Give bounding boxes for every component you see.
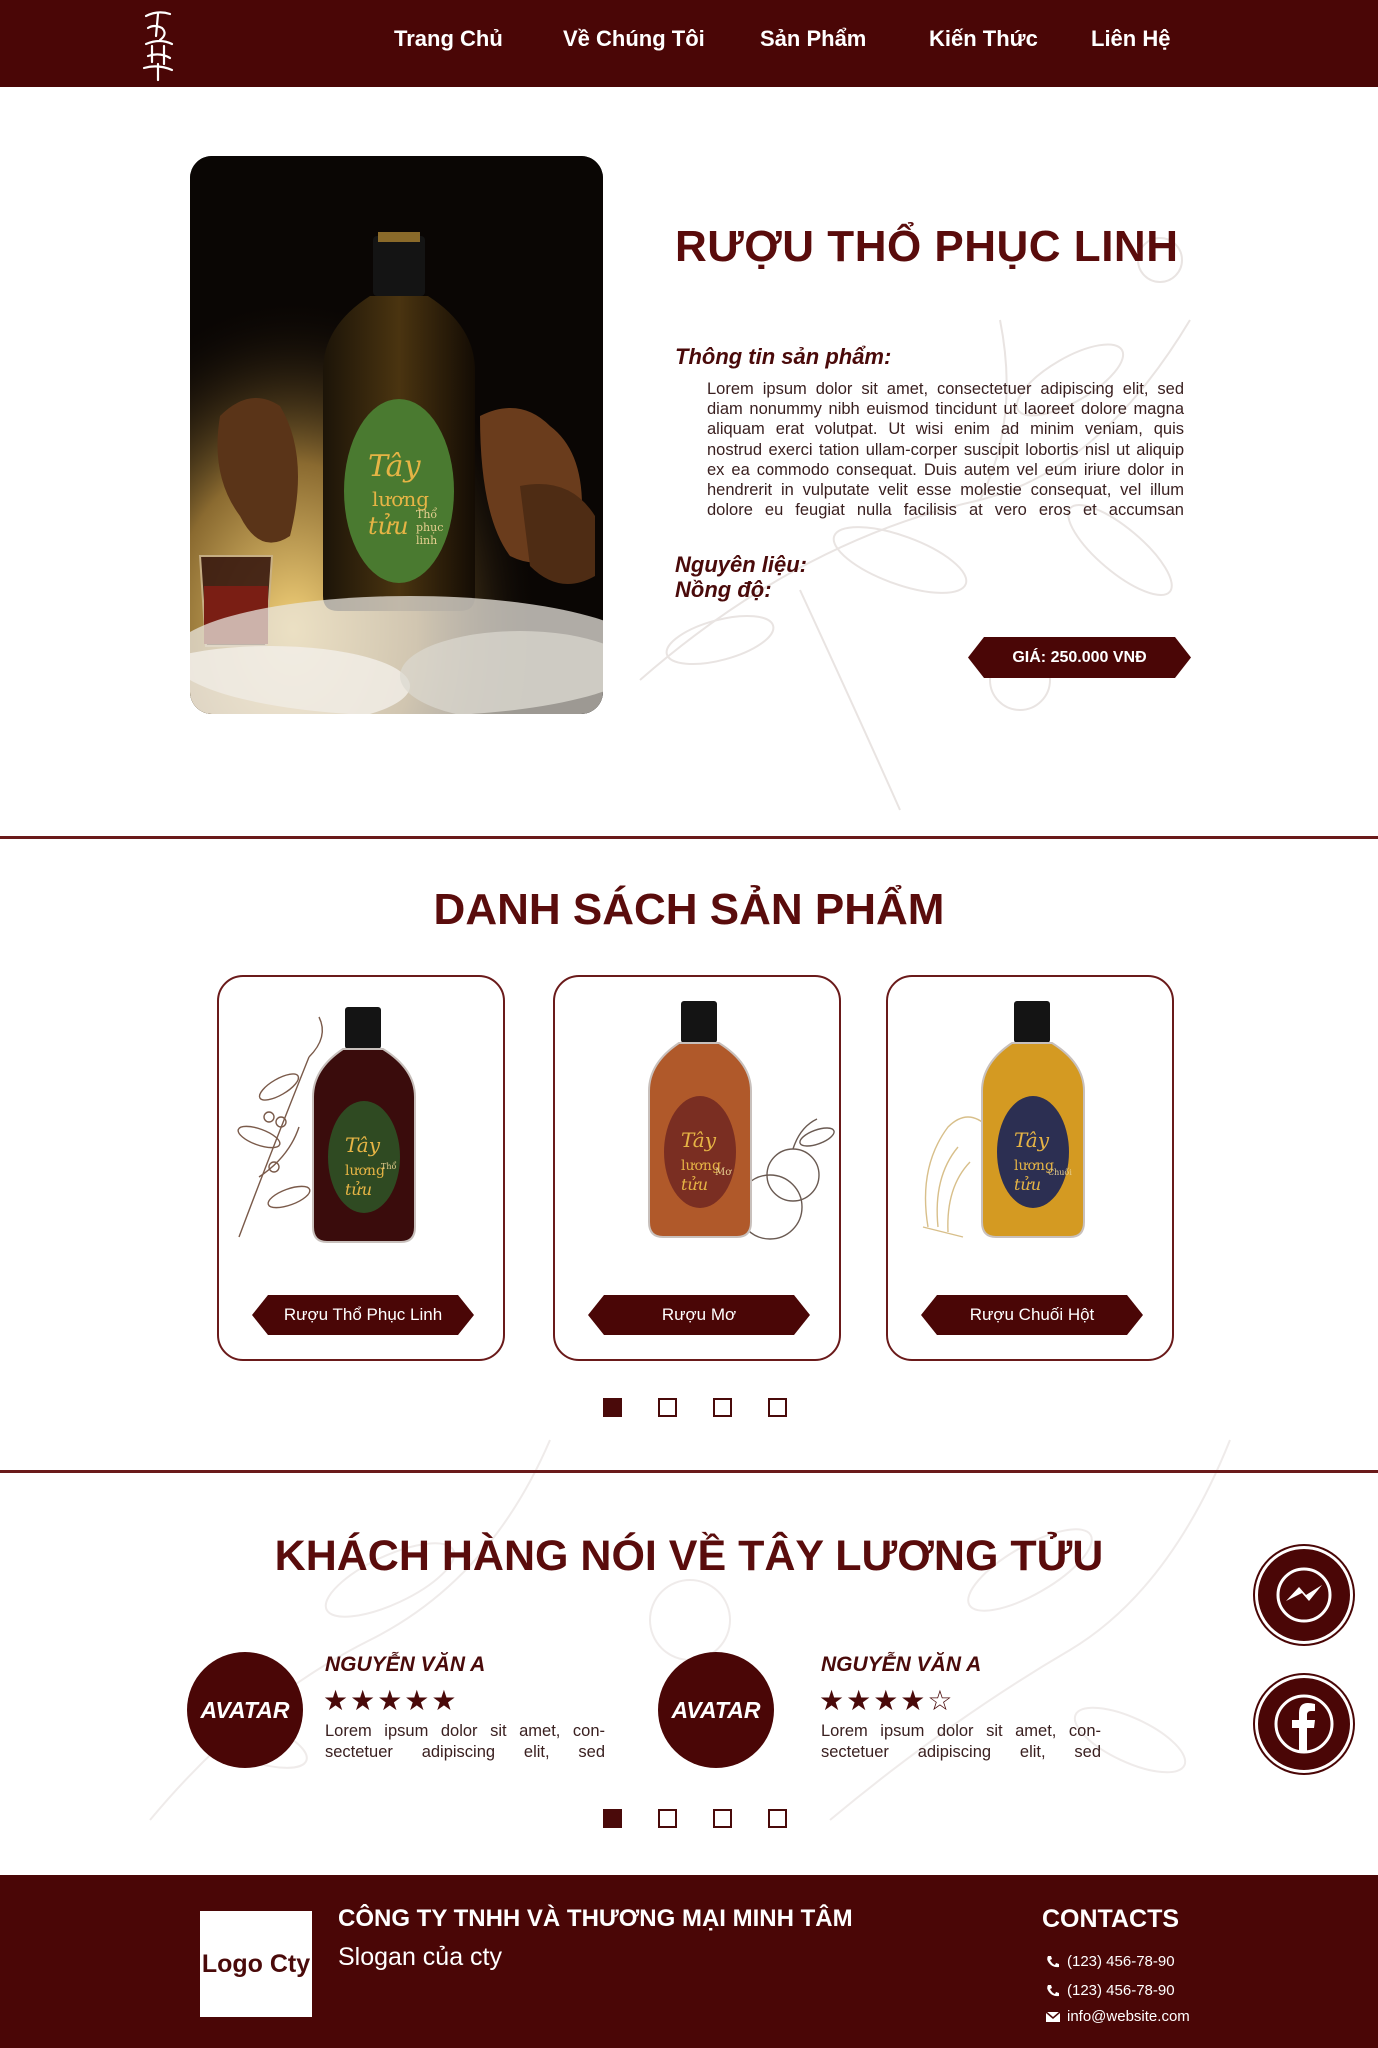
mail-icon bbox=[1045, 2010, 1061, 2022]
star-rating: ★★★★☆ bbox=[819, 1685, 955, 1716]
messenger-icon bbox=[1276, 1567, 1332, 1623]
svg-text:Thổ: Thổ bbox=[416, 508, 437, 521]
review-text: Lorem ipsum dolor sit amet, con-sectetue… bbox=[325, 1722, 605, 1761]
pager-dot[interactable] bbox=[768, 1809, 787, 1828]
pager-dot[interactable] bbox=[713, 1398, 732, 1417]
svg-text:lương: lương bbox=[345, 1163, 385, 1179]
product-name-button[interactable]: Rượu Chuối Hột bbox=[921, 1295, 1143, 1335]
company-name: CÔNG TY TNHH VÀ THƯƠNG MẠI MINH TÂM bbox=[338, 1905, 853, 1932]
product-card[interactable]: Tây lương tửu Chuối Rượu Chuối Hột bbox=[886, 975, 1174, 1361]
products-section-title: DANH SÁCH SẢN PHẨM bbox=[433, 885, 945, 934]
facebook-icon bbox=[1274, 1694, 1334, 1754]
svg-text:linh: linh bbox=[416, 534, 437, 547]
price-button[interactable]: GIÁ: 250.000 VNĐ bbox=[968, 637, 1191, 678]
svg-text:Mơ: Mơ bbox=[715, 1167, 732, 1178]
svg-text:Tây: Tây bbox=[681, 1128, 717, 1152]
bottle-illustration: Tây lương tửu Mơ bbox=[648, 1001, 835, 1240]
reviewer-name: NGUYỄN VĂN A bbox=[821, 1653, 982, 1676]
review-text: Lorem ipsum dolor sit amet, con-sectetue… bbox=[821, 1722, 1101, 1761]
product-title: RƯỢU THỔ PHỤC LINH bbox=[675, 222, 1179, 271]
contact-email[interactable]: info@website.com bbox=[1045, 2008, 1190, 2025]
svg-text:Chuối: Chuối bbox=[1048, 1168, 1072, 1177]
product-description: Lorem ipsum dolor sit amet, consectetuer… bbox=[707, 380, 1184, 520]
svg-text:tửu: tửu bbox=[1014, 1175, 1041, 1194]
contact-phone-2[interactable]: (123) 456-78-90 bbox=[1045, 1982, 1175, 1999]
nav-home[interactable]: Trang Chủ bbox=[394, 26, 503, 52]
section-divider bbox=[0, 836, 1378, 839]
top-navbar: Trang Chủ Về Chúng Tôi Sản Phẩm Kiến Thứ… bbox=[0, 0, 1378, 87]
products-carousel-pager bbox=[603, 1398, 787, 1417]
nav-about[interactable]: Về Chúng Tôi bbox=[563, 26, 705, 52]
phone-text: (123) 456-78-90 bbox=[1067, 1953, 1175, 1970]
pager-dot[interactable] bbox=[603, 1809, 622, 1828]
hero-product-photo: Tây lương tửu Thổ phục linh bbox=[190, 156, 603, 714]
svg-text:tửu: tửu bbox=[345, 1180, 372, 1199]
pager-dot[interactable] bbox=[768, 1398, 787, 1417]
svg-text:Thổ: Thổ bbox=[381, 1162, 396, 1171]
section-divider bbox=[0, 1470, 1378, 1473]
bottle-illustration: Tây lương tửu Thổ bbox=[237, 1007, 416, 1243]
contacts-title: CONTACTS bbox=[1042, 1905, 1180, 1933]
testimonials-carousel-pager bbox=[603, 1809, 787, 1828]
phone-text: (123) 456-78-90 bbox=[1067, 1982, 1175, 1999]
nav-contact[interactable]: Liên Hệ bbox=[1091, 26, 1170, 52]
product-name-button[interactable]: Rượu Mơ bbox=[588, 1295, 810, 1335]
reviewer-name: NGUYỄN VĂN A bbox=[325, 1653, 486, 1676]
nav-products[interactable]: Sản Phẩm bbox=[760, 26, 866, 52]
bottle-illustration: Tây lương tửu Chuối bbox=[922, 1001, 1085, 1238]
star-rating: ★★★★★ bbox=[323, 1685, 459, 1716]
svg-text:Tây: Tây bbox=[368, 449, 422, 484]
testimonials-section-title: KHÁCH HÀNG NÓI VỀ TÂY LƯƠNG TỬU bbox=[274, 1532, 1104, 1580]
pager-dot[interactable] bbox=[658, 1398, 677, 1417]
contact-phone-1[interactable]: (123) 456-78-90 bbox=[1045, 1953, 1175, 1970]
svg-text:tửu: tửu bbox=[368, 512, 409, 540]
svg-text:phục: phục bbox=[416, 521, 443, 534]
company-logo[interactable]: Logo Cty bbox=[200, 1911, 312, 2017]
strength-label: Nồng độ: bbox=[675, 577, 772, 602]
pager-dot[interactable] bbox=[603, 1398, 622, 1417]
product-name-button[interactable]: Rượu Thổ Phục Linh bbox=[252, 1295, 474, 1335]
phone-icon bbox=[1047, 1955, 1059, 1967]
brand-logo[interactable] bbox=[138, 6, 180, 82]
company-slogan: Slogan của cty bbox=[338, 1943, 502, 1971]
avatar: AVATAR bbox=[187, 1652, 303, 1768]
svg-text:Tây: Tây bbox=[345, 1133, 381, 1157]
pager-dot[interactable] bbox=[713, 1809, 732, 1828]
product-card[interactable]: Tây lương tửu Thổ Rượu Thổ Phục Linh bbox=[217, 975, 505, 1361]
avatar: AVATAR bbox=[658, 1652, 774, 1768]
ingredients-label: Nguyên liệu: bbox=[675, 552, 808, 577]
email-text: info@website.com bbox=[1067, 2008, 1190, 2025]
svg-text:Tây: Tây bbox=[1014, 1128, 1050, 1152]
pager-dot[interactable] bbox=[658, 1809, 677, 1828]
product-card[interactable]: Tây lương tửu Mơ Rượu Mơ bbox=[553, 975, 841, 1361]
svg-text:tửu: tửu bbox=[681, 1175, 708, 1194]
product-info-label: Thông tin sản phẩm: bbox=[675, 344, 892, 369]
facebook-button[interactable] bbox=[1255, 1675, 1353, 1773]
phone-icon bbox=[1047, 1984, 1059, 1996]
nav-knowledge[interactable]: Kiến Thức bbox=[929, 26, 1038, 52]
messenger-button[interactable] bbox=[1255, 1546, 1353, 1644]
